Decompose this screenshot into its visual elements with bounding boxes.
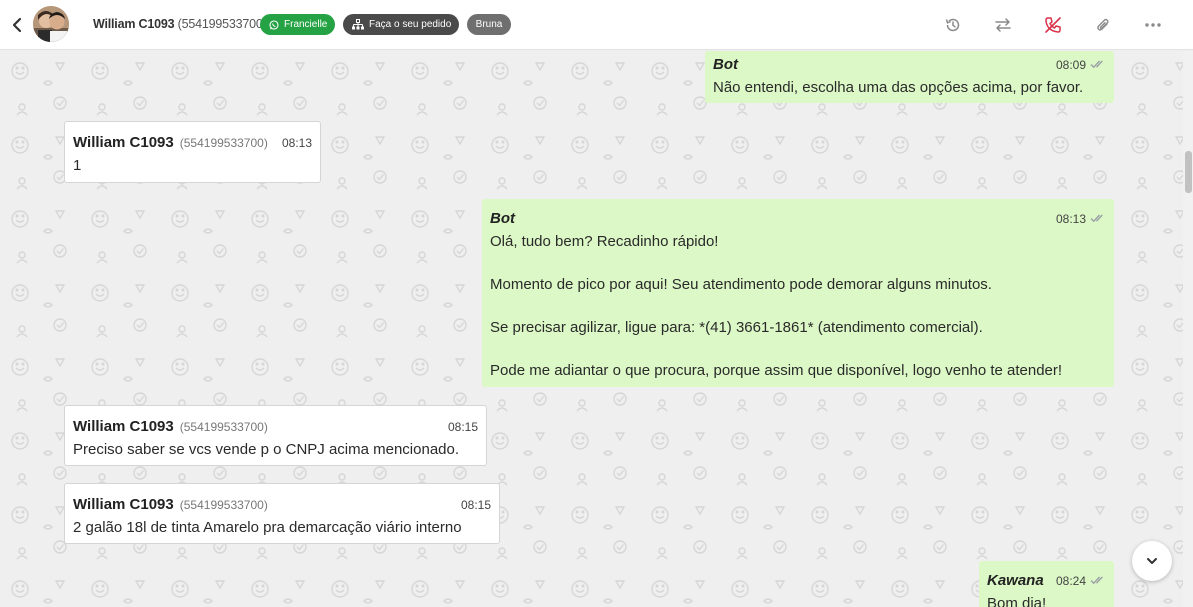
message-time: 08:13 xyxy=(281,136,312,150)
message-time: 08:15 xyxy=(447,420,478,434)
sitemap-icon xyxy=(352,19,364,30)
tag-bruna[interactable]: Bruna xyxy=(467,14,511,35)
contact-name-text: William C1093 xyxy=(93,17,175,31)
message-body: Não entendi, escolha uma das opções acim… xyxy=(713,78,1084,96)
message-incoming[interactable]: William C1093 (554199533700) 08:13 1 xyxy=(64,121,321,183)
message-outgoing[interactable]: Kawana 08:24 Bom dia! xyxy=(979,561,1114,607)
double-check-icon xyxy=(1090,208,1106,230)
tag-faca-o-seu-pedido[interactable]: Faça o seu pedido xyxy=(343,14,459,35)
whatsapp-icon xyxy=(269,19,279,30)
double-check-icon xyxy=(1090,54,1106,76)
scroll-to-bottom-button[interactable] xyxy=(1132,541,1172,581)
message-author: William C1093 xyxy=(73,418,174,435)
more-icon[interactable] xyxy=(1142,14,1164,36)
message-body: Preciso saber se vcs vende p o CNPJ acim… xyxy=(73,440,460,458)
contact-phone: (554199533700) xyxy=(177,17,267,31)
message-time: 08:13 xyxy=(1055,212,1086,226)
tag-francielle[interactable]: Francielle xyxy=(260,14,335,35)
message-incoming[interactable]: William C1093 (554199533700) 08:15 2 gal… xyxy=(64,483,500,544)
history-icon[interactable] xyxy=(942,14,964,36)
transfer-icon[interactable] xyxy=(992,14,1014,36)
message-author: William C1093 xyxy=(73,496,174,513)
message-time: 08:09 xyxy=(1055,58,1086,72)
tag-label: Francielle xyxy=(284,19,328,30)
tag-label: Bruna xyxy=(475,19,503,30)
message-outgoing[interactable]: Bot 08:13 Olá, tudo bem? Recadinho rápid… xyxy=(482,199,1114,387)
tag-label: Faça o seu pedido xyxy=(369,19,452,30)
contact-name[interactable]: William C1093 (554199533700) xyxy=(93,17,267,31)
message-author: Bot xyxy=(490,210,515,227)
attach-icon[interactable] xyxy=(1092,14,1114,36)
back-arrow-icon[interactable] xyxy=(8,14,26,36)
message-author: William C1093 xyxy=(73,134,174,151)
message-outgoing[interactable]: Bot 08:09 Não entendi, escolha uma das o… xyxy=(705,51,1114,103)
message-author-phone: (554199533700) xyxy=(179,498,268,512)
chat-header: William C1093 (554199533700) Francielle … xyxy=(0,0,1193,50)
message-time: 08:24 xyxy=(1055,574,1086,588)
message-author: Bot xyxy=(713,56,738,73)
end-call-icon[interactable] xyxy=(1042,14,1064,36)
avatar[interactable] xyxy=(33,6,69,42)
message-body: 2 galão 18l de tinta Amarelo pra demarca… xyxy=(73,518,462,536)
message-list[interactable]: Bot 08:09 Não entendi, escolha uma das o… xyxy=(0,51,1183,607)
scrollbar-thumb[interactable] xyxy=(1185,151,1192,193)
message-author-phone: (554199533700) xyxy=(179,420,268,434)
message-body: Olá, tudo bem? Recadinho rápido! Momento… xyxy=(490,232,1063,379)
message-incoming[interactable]: William C1093 (554199533700) 08:15 Preci… xyxy=(64,405,487,466)
message-body: 1 xyxy=(73,156,82,174)
message-author: Kawana xyxy=(987,572,1044,589)
message-time: 08:15 xyxy=(460,498,491,512)
double-check-icon xyxy=(1090,570,1106,592)
message-author-phone: (554199533700) xyxy=(179,136,268,150)
message-body: Bom dia! xyxy=(987,594,1047,607)
chevron-down-icon xyxy=(1147,558,1157,564)
scrollbar[interactable] xyxy=(1183,51,1193,607)
